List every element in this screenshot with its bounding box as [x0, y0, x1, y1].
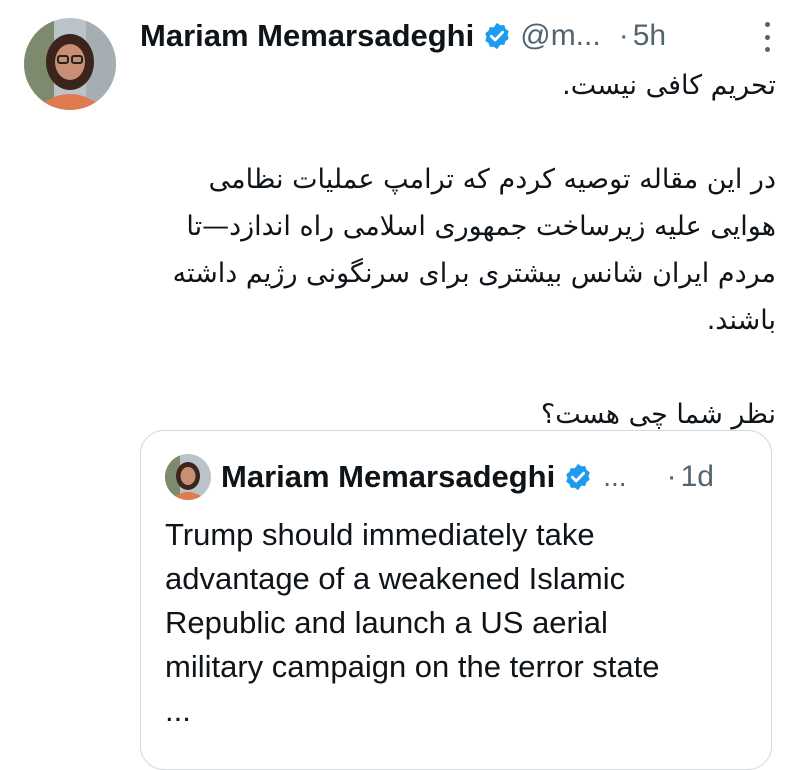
author-name[interactable]: Mariam Memarsadeghi [140, 18, 474, 54]
vertical-ellipsis-icon[interactable] [762, 22, 772, 52]
separator-dot: · [666, 460, 677, 493]
tweet[interactable]: Mariam Memarsadeghi @m... · 5h تحریم کاف… [0, 0, 800, 770]
quoted-tweet-card[interactable]: Mariam Memarsadeghi ... · 1d Trump shoul… [140, 430, 772, 770]
tweet-header: Mariam Memarsadeghi @m... · 5h [140, 14, 760, 58]
quoted-tweet-text: Trump should immediately take advantage … [165, 517, 660, 728]
verified-badge-icon [563, 462, 593, 492]
author-handle[interactable]: @m... [520, 19, 600, 53]
tweet-paragraph: تحریم کافی نیست. [562, 70, 776, 101]
separator-dot: · [618, 19, 629, 52]
tweet-timestamp[interactable]: 5h [633, 19, 666, 53]
tweet-text: تحریم کافی نیست. در این مقاله توصیه کردم… [140, 62, 776, 438]
quoted-author-avatar [165, 454, 211, 500]
quoted-author-name: Mariam Memarsadeghi [221, 459, 556, 494]
verified-badge-icon [482, 21, 512, 51]
author-avatar[interactable] [24, 18, 116, 110]
quoted-handle-ellipsis: ... [603, 461, 627, 492]
tweet-paragraph: در این مقاله توصیه کردم که ترامپ عملیات … [172, 164, 776, 336]
quoted-tweet-header: Mariam Memarsadeghi ... · 1d [165, 453, 747, 501]
quoted-tweet-timestamp: 1d [680, 460, 714, 493]
